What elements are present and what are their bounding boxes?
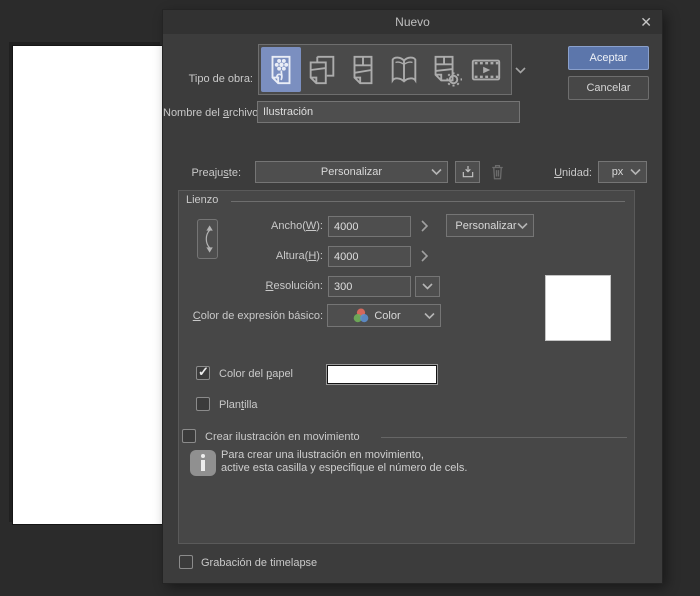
cancel-button[interactable]: Cancelar (568, 76, 649, 100)
width-link-chevron-icon[interactable] (417, 218, 431, 234)
canvas-group-label: Lienzo (186, 194, 218, 206)
width-label: Ancho(W): (179, 220, 323, 232)
unit-label: Unidad: (518, 167, 592, 179)
timelapse-checkbox[interactable] (179, 555, 193, 569)
section-divider (381, 437, 627, 438)
dialog-title: Nuevo (163, 10, 662, 34)
webtoon-icon (305, 53, 339, 87)
comic-settings-icon (428, 53, 462, 87)
group-divider (231, 201, 625, 202)
width-input[interactable] (328, 216, 411, 237)
info-icon (190, 450, 216, 476)
unit-value: px (612, 166, 624, 178)
dialog-titlebar[interactable]: Nuevo ✕ (163, 10, 662, 34)
preset-label: Preajuste: (163, 167, 241, 179)
chevron-down-icon (630, 169, 641, 176)
close-icon[interactable]: ✕ (640, 10, 652, 34)
moving-illustration-info: Para crear una ilustración en movimiento… (221, 449, 467, 475)
unit-dropdown[interactable]: px (598, 161, 647, 183)
file-name-input[interactable] (257, 101, 520, 123)
height-label: Altura(H): (179, 250, 323, 262)
info-line-2: active esta casilla y especifique el núm… (221, 462, 467, 475)
worktype-book-spread-button[interactable] (384, 47, 424, 92)
work-type-label: Tipo de obra: (163, 73, 253, 85)
preset-dropdown[interactable]: Personalizar (255, 161, 448, 183)
file-name-label: Nombre del archivo: (163, 107, 253, 119)
worktype-illustration-button[interactable] (261, 47, 301, 92)
worktype-comic-button[interactable] (343, 47, 383, 92)
size-preset-value: Personalizar (455, 220, 516, 232)
app-background: Nuevo ✕ Tipo de obra: (0, 0, 700, 596)
paper-color-checkbox[interactable] (196, 366, 210, 380)
chevron-down-icon (431, 169, 442, 176)
canvas-preview (545, 275, 611, 341)
canvas-group: Lienzo Ancho(W): Personalizar (178, 190, 635, 544)
size-preset-dropdown[interactable]: Personalizar (446, 214, 534, 237)
resolution-label: Resolución: (179, 280, 323, 292)
comic-icon (346, 53, 380, 87)
save-preset-button[interactable] (455, 161, 480, 183)
moving-illustration-checkbox[interactable] (182, 429, 196, 443)
moving-illustration-label: Crear ilustración en movimiento (205, 431, 360, 443)
chevron-down-icon (424, 312, 435, 319)
document-canvas (12, 45, 163, 525)
delete-preset-button[interactable] (487, 162, 507, 182)
paper-color-swatch[interactable] (327, 365, 437, 384)
timelapse-label: Grabación de timelapse (201, 557, 317, 569)
chevron-down-icon (422, 283, 433, 290)
worktype-all-comic-settings-button[interactable] (425, 47, 465, 92)
save-preset-icon (460, 164, 476, 180)
basic-color-value: Color (374, 310, 400, 322)
template-label: Plantilla (219, 399, 258, 411)
info-line-1: Para crear una ilustración en movimiento… (221, 449, 467, 462)
worktype-webtoon-button[interactable] (302, 47, 342, 92)
accept-button[interactable]: Aceptar (568, 46, 649, 70)
new-file-dialog: Nuevo ✕ Tipo de obra: (163, 10, 662, 583)
height-link-chevron-icon[interactable] (417, 248, 431, 264)
book-spread-icon (387, 53, 421, 87)
resolution-dropdown-button[interactable] (415, 276, 440, 297)
work-type-expand-chevron-icon[interactable] (513, 63, 527, 77)
paper-color-label: Color del papel (219, 368, 293, 380)
height-input[interactable] (328, 246, 411, 267)
work-type-selector (258, 44, 512, 95)
basic-color-label: Color de expresión básico: (179, 310, 323, 322)
rgb-color-icon (353, 308, 369, 323)
preset-value: Personalizar (321, 166, 382, 178)
worktype-animation-button[interactable] (466, 47, 506, 92)
chevron-down-icon (517, 222, 528, 229)
illustration-icon (264, 53, 298, 87)
template-checkbox[interactable] (196, 397, 210, 411)
animation-icon (469, 53, 503, 87)
resolution-input[interactable] (328, 276, 411, 297)
trash-icon (490, 163, 505, 181)
basic-color-dropdown[interactable]: Color (327, 304, 441, 327)
